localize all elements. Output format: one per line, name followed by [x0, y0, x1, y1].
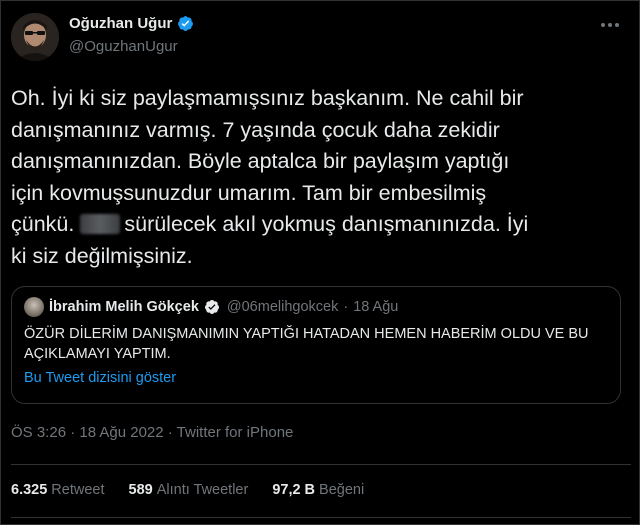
author-display-name[interactable]: Oğuzhan Uğur	[69, 15, 172, 32]
quoted-author-name: İbrahim Melih Gökçek	[49, 299, 199, 315]
author-avatar[interactable]	[11, 13, 59, 61]
tweet-text-fragment: çünkü.	[11, 212, 75, 236]
tweet-text: Oh. İyi ki siz paylaşmamışsınız başkanım…	[11, 83, 623, 272]
tweet-text-fragment: sürülecek akıl yokmuş danışmanınızda. İy…	[124, 212, 529, 236]
quoted-tweet-date: 18 Ağu	[353, 299, 399, 315]
verified-badge-icon	[204, 299, 220, 315]
tweet-text-line: ki siz değilmişsiniz.	[11, 243, 193, 268]
quote-tweet-number: 589	[128, 482, 153, 498]
tweet-text-line: Oh. İyi ki siz paylaşmamışsınız başkanım…	[11, 86, 524, 110]
more-options-icon[interactable]	[601, 21, 625, 29]
divider	[11, 517, 631, 518]
quoted-author-handle: @06melihgokcek	[226, 299, 339, 315]
tweet-text-line: danışmanınızdan. Böyle aptalca bir payla…	[11, 149, 510, 173]
tweet-text-line-censored: çünkü. sürülecek akıl yokmuş danışmanınız…	[11, 209, 623, 241]
censored-word-blur	[80, 214, 121, 234]
retweet-count[interactable]: 6.325 Retweet	[11, 482, 105, 498]
tweet-text-line: danışmanınız varmış. 7 yaşında çocuk dah…	[11, 117, 500, 142]
quoted-tweet-header: İbrahim Melih Gökçek @06melihgokcek · 18…	[24, 297, 398, 317]
show-thread-link[interactable]: Bu Tweet dizisini göster	[24, 370, 176, 386]
tweet-timestamp[interactable]: ÖS 3:26 · 18 Ağu 2022 · Twitter for iPho…	[11, 424, 293, 441]
quoted-tweet-card[interactable]: İbrahim Melih Gökçek @06melihgokcek · 18…	[11, 286, 621, 404]
quote-tweet-count[interactable]: 589 Alıntı Tweetler	[129, 482, 249, 498]
quote-tweet-label: Alıntı Tweetler	[156, 482, 249, 498]
retweet-number: 6.325	[11, 482, 48, 498]
tweet-text-line: için kovmuşsunuzdur umarım. Tam bir embe…	[11, 180, 487, 205]
author-name-row[interactable]: Oğuzhan Uğur	[69, 15, 194, 32]
like-label: Beğeni	[319, 482, 365, 498]
author-handle[interactable]: @OguzhanUgur	[69, 38, 178, 55]
retweet-label: Retweet	[51, 482, 105, 498]
like-number: 97,2 B	[272, 482, 316, 498]
tweet-card: Oğuzhan Uğur @OguzhanUgur Oh. İyi ki siz…	[0, 0, 640, 525]
verified-badge-icon	[177, 15, 194, 32]
quoted-separator: ·	[343, 299, 349, 315]
quoted-tweet-text: ÖZÜR DİLERİM DANIŞMANIMIN YAPTIĞI HATADA…	[24, 326, 589, 362]
quoted-author-avatar	[24, 297, 44, 317]
like-count[interactable]: 97,2 B Beğeni	[272, 482, 364, 498]
divider	[11, 464, 631, 465]
engagement-stats: 6.325 Retweet 589 Alıntı Tweetler 97,2 B Be…	[11, 482, 364, 498]
